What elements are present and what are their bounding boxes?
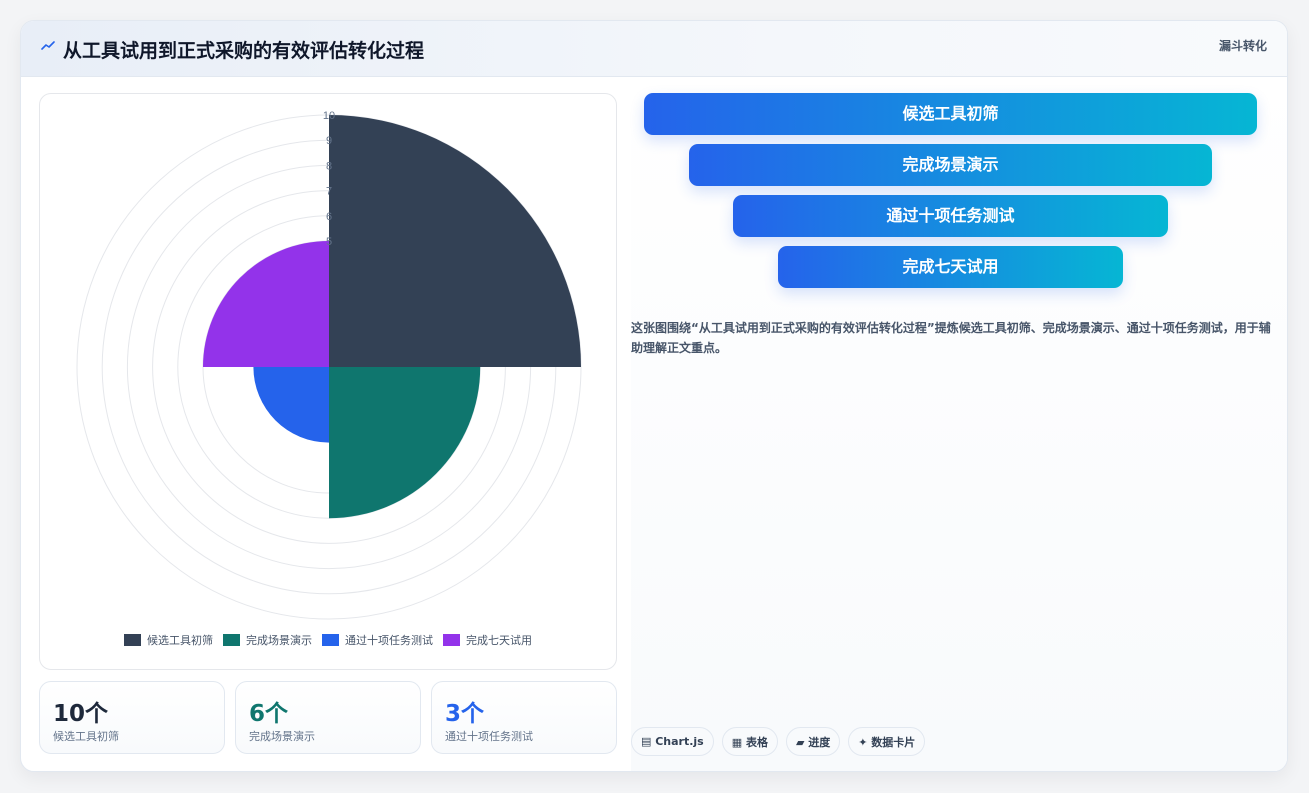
stat-card-1: 10个 候选工具初筛 [39, 681, 225, 754]
polar-area-chart: 5 6 7 8 9 10 [76, 110, 582, 620]
r-tick-label-5: 9 [326, 135, 332, 147]
chip-progress[interactable]: ▰ 进度 [785, 727, 841, 756]
r-tick-label-1: 5 [326, 236, 332, 248]
chip-chartjs[interactable]: ▤ Chart.js [631, 727, 714, 756]
trend-icon [41, 41, 55, 50]
legend-swatch-4 [443, 634, 460, 646]
legend-label-3: 通过十项任务测试 [345, 634, 433, 647]
main-card: 从工具试用到正式采购的有效评估转化过程 漏斗转化 5 6 7 8 9 10 候选工具初筛完… [20, 20, 1288, 772]
funnel-step-4: 完成七天试用 [778, 246, 1123, 288]
stat-label-1: 候选工具初筛 [53, 730, 119, 743]
chart-type-tag: 漏斗转化 [1218, 39, 1267, 53]
polar-sector-2[interactable] [329, 367, 481, 519]
funnel-panel: 候选工具初筛 完成场景演示 通过十项任务测试 完成七天试用 这张图围绕“从工具试… [631, 77, 1287, 771]
legend-label-4: 完成七天试用 [466, 634, 532, 647]
stat-label-3: 通过十项任务测试 [445, 730, 533, 743]
chart-panel: 5 6 7 8 9 10 候选工具初筛 完成场景演示 通过十项任务测试 完成七天试用 [39, 93, 617, 670]
legend-label-2: 完成场景演示 [246, 634, 312, 647]
funnel-step-1: 候选工具初筛 [644, 93, 1257, 135]
funnel-step-3: 通过十项任务测试 [733, 195, 1168, 237]
legend-label-1: 候选工具初筛 [147, 634, 213, 647]
legend-swatch-3 [322, 634, 339, 646]
stat-label-2: 完成场景演示 [249, 730, 315, 743]
legend-item-1[interactable]: 候选工具初筛 [124, 632, 213, 648]
stat-value-2: 6个 [249, 701, 289, 727]
legend-item-4[interactable]: 完成七天试用 [443, 632, 532, 648]
chip-table[interactable]: ▦ 表格 [721, 727, 778, 756]
r-tick-label-6: 10 [323, 110, 335, 122]
chart-legend: 候选工具初筛 完成场景演示 通过十项任务测试 完成七天试用 [40, 632, 616, 648]
feature-chips: ▤ Chart.js ▦ 表格 ▰ 进度 ✦ 数据卡片 [631, 727, 926, 756]
stat-value-1: 10个 [53, 701, 109, 727]
legend-item-2[interactable]: 完成场景演示 [223, 632, 312, 648]
chart-description: 这张图围绕“从工具试用到正式采购的有效评估转化过程”提炼候选工具初筛、完成场景演… [631, 321, 1271, 355]
funnel-step-2: 完成场景演示 [689, 144, 1212, 186]
card-header: 从工具试用到正式采购的有效评估转化过程 漏斗转化 [21, 21, 1287, 77]
r-tick-label-4: 8 [326, 160, 332, 172]
stat-card-2: 6个 完成场景演示 [235, 681, 421, 754]
r-tick-label-3: 7 [326, 186, 332, 198]
polar-sector-1[interactable] [329, 115, 581, 367]
legend-item-3[interactable]: 通过十项任务测试 [322, 632, 433, 648]
stat-value-3: 3个 [445, 701, 485, 727]
r-tick-label-2: 6 [326, 211, 332, 223]
polar-sector-3[interactable] [253, 367, 329, 443]
legend-swatch-1 [124, 634, 141, 646]
chip-data-card[interactable]: ✦ 数据卡片 [848, 727, 926, 756]
stat-card-3: 3个 通过十项任务测试 [431, 681, 617, 754]
legend-swatch-2 [223, 634, 240, 646]
page-title: 从工具试用到正式采购的有效评估转化过程 [63, 40, 425, 62]
